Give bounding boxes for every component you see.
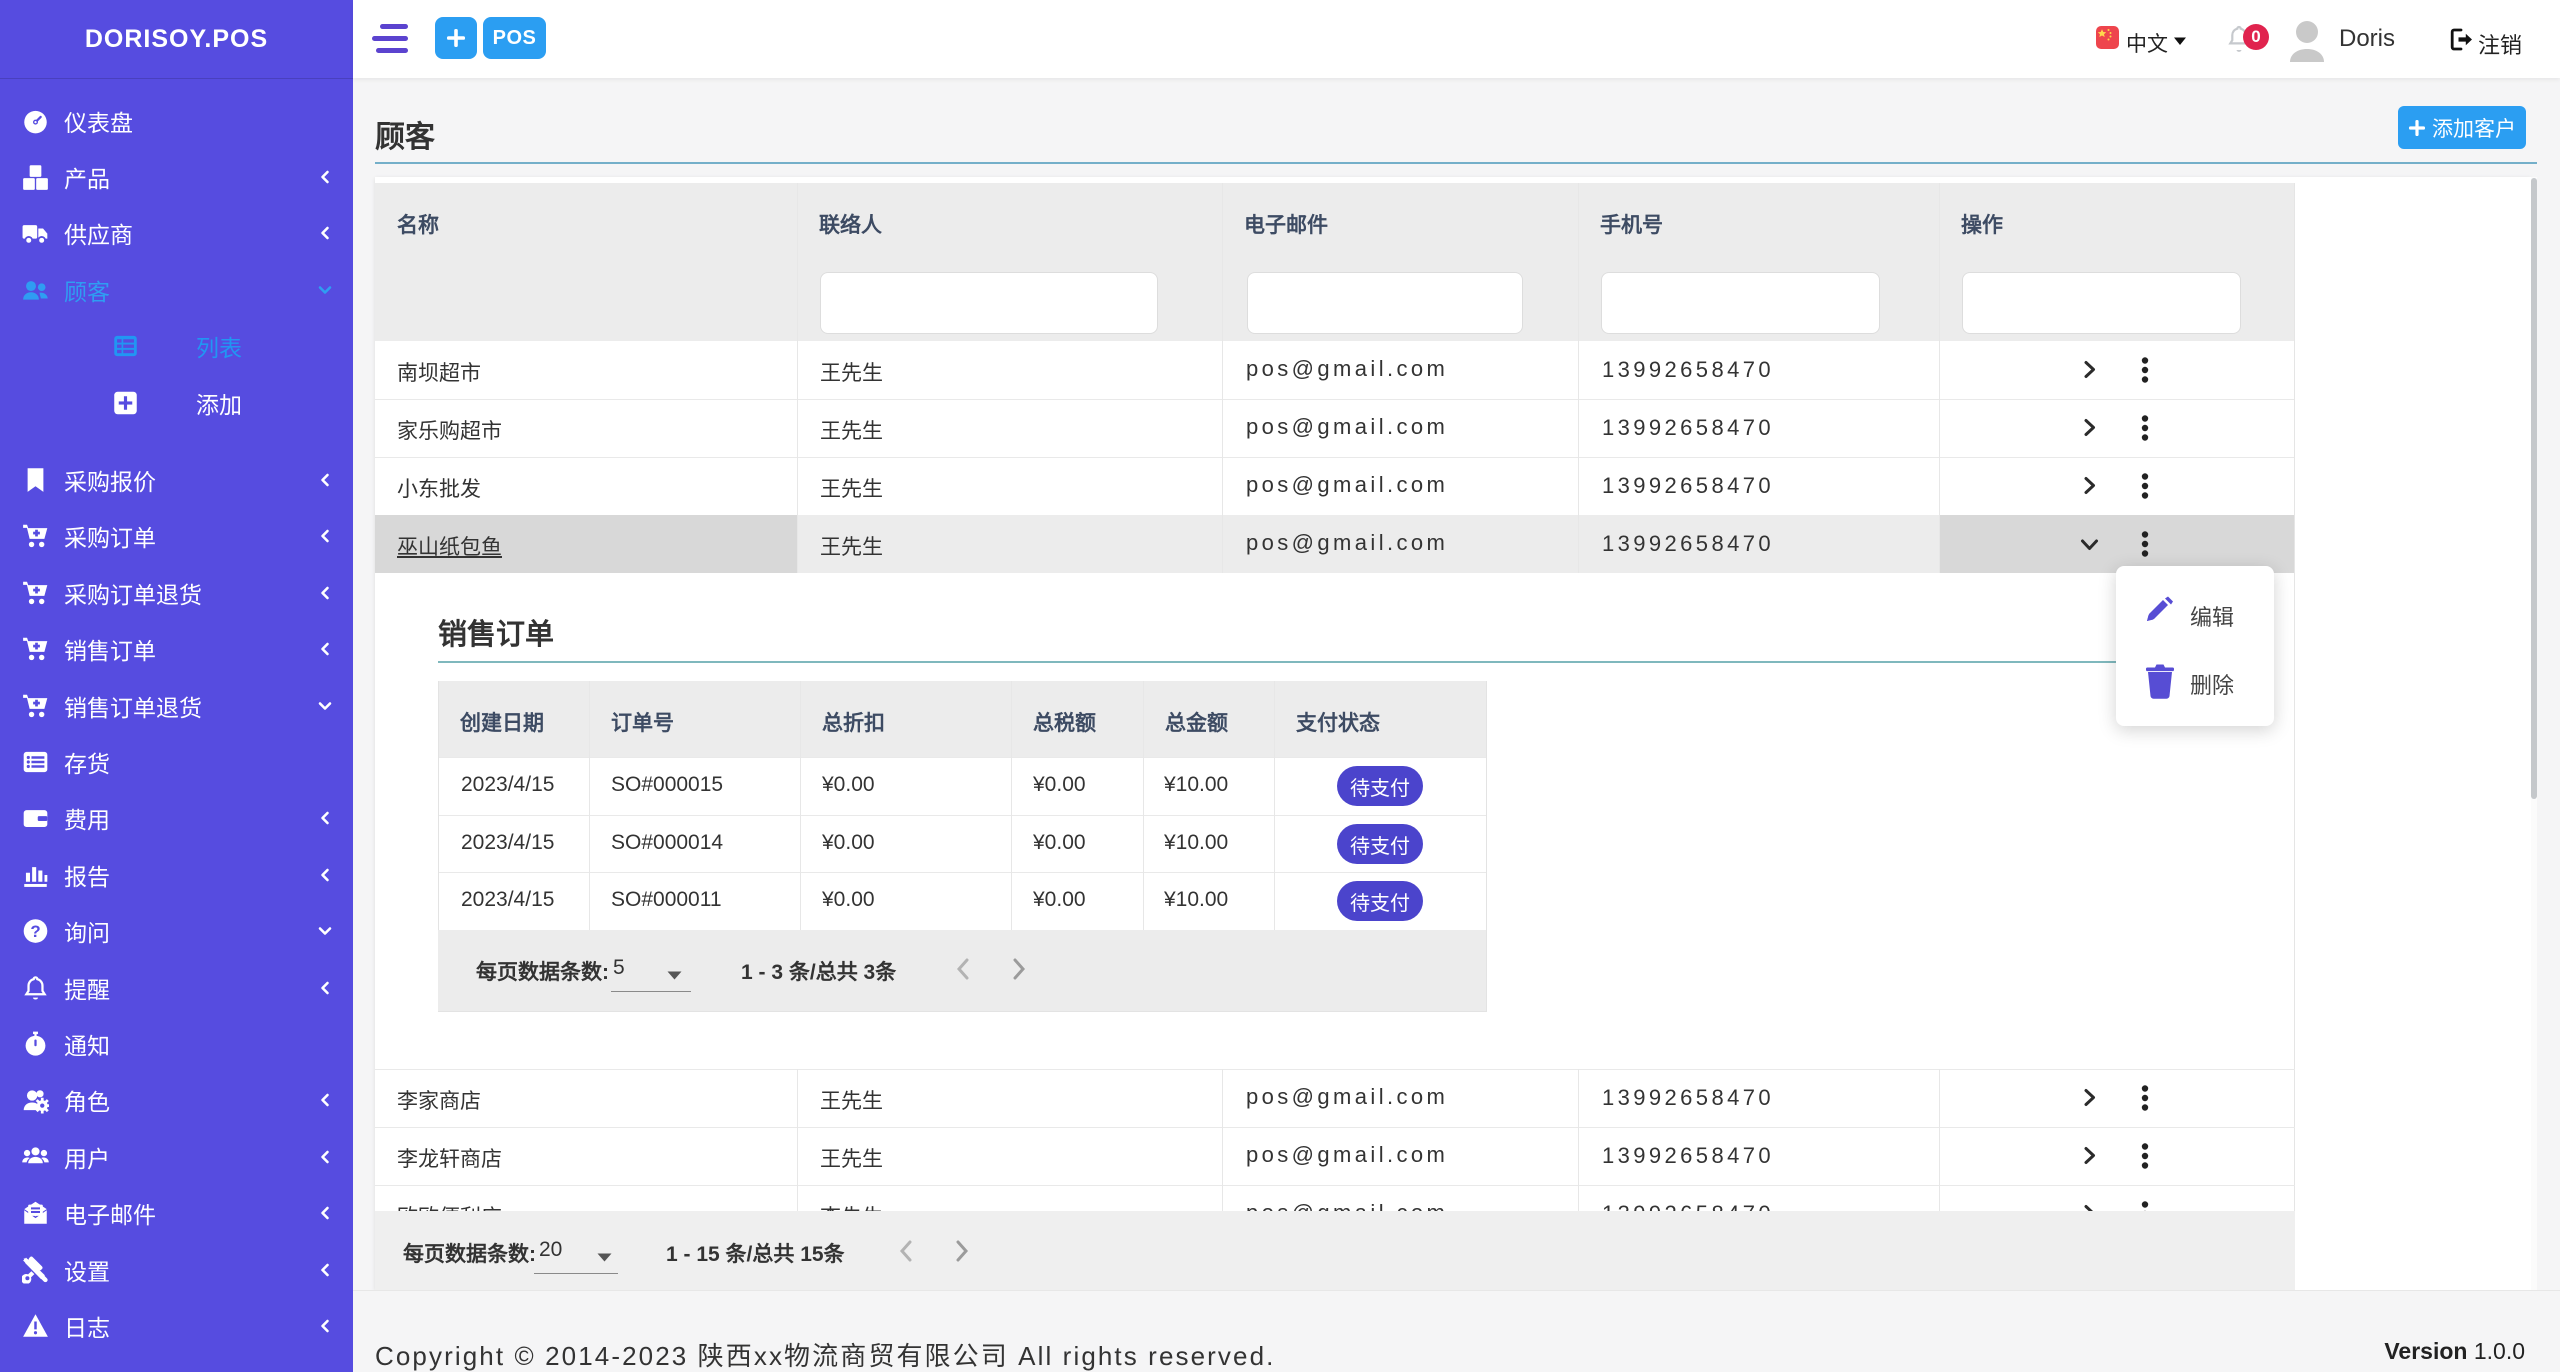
svg-text:?: ? <box>30 922 40 941</box>
